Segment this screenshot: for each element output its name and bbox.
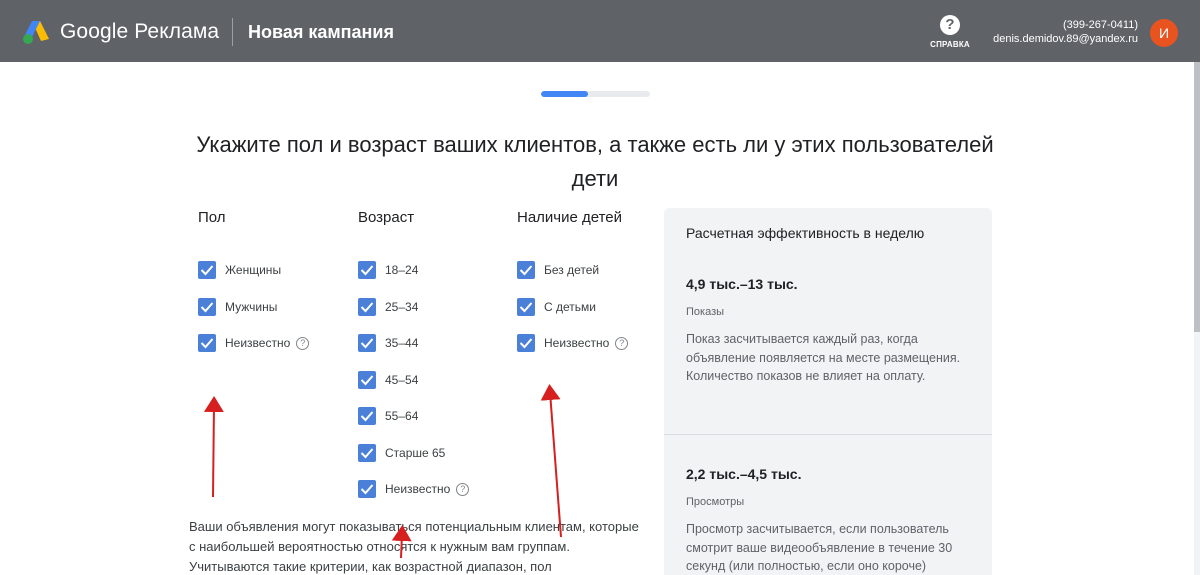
- estimate-panel: Расчетная эффективность в неделю 4,9 тыс…: [664, 208, 992, 575]
- metric-value: 2,2 тыс.–4,5 тыс.: [686, 466, 802, 482]
- panel-divider: [664, 434, 992, 435]
- arrow-gender: [203, 396, 224, 498]
- impressions-metric: 4,9 тыс.–13 тыс. Показы Показ засчитывае…: [686, 276, 976, 386]
- annotation-arrows: [203, 384, 562, 559]
- metric-label: Просмотры: [686, 496, 745, 508]
- metric-label: Показы: [686, 306, 725, 318]
- estimate-title: Расчетная эффективность в неделю: [686, 225, 925, 241]
- arrow-kids: [540, 384, 562, 538]
- arrow-age: [391, 525, 412, 559]
- metric-value: 4,9 тыс.–13 тыс.: [686, 276, 798, 292]
- metric-description: Показ засчитывается каждый раз, когда об…: [686, 332, 961, 383]
- views-metric: 2,2 тыс.–4,5 тыс. Просмотры Просмотр зас…: [686, 466, 976, 575]
- metric-description: Просмотр засчитывается, если пользовател…: [686, 522, 953, 573]
